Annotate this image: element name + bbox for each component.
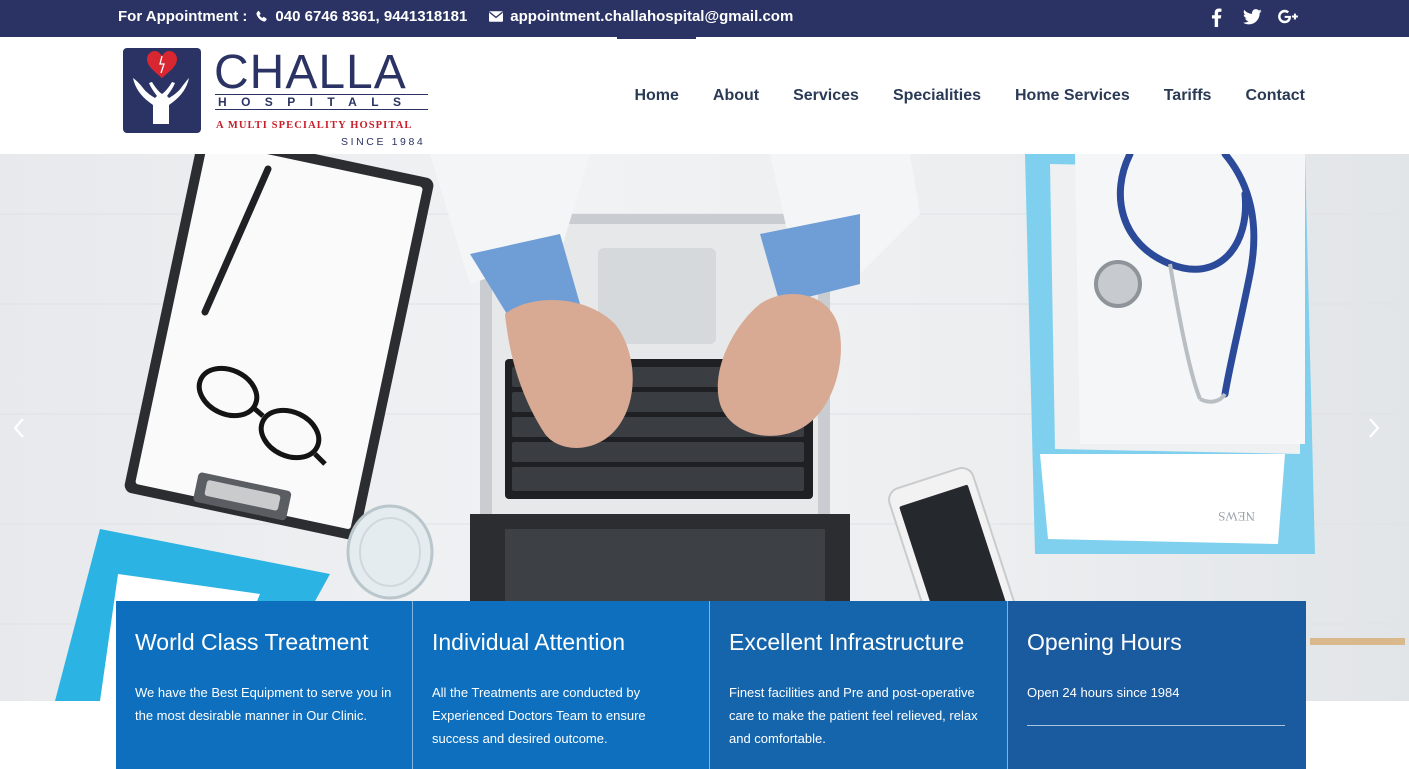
newspaper-text: NEWS (1218, 509, 1255, 524)
feature-title: Individual Attention (432, 629, 626, 655)
feature-text: Open 24 hours since 1984 (1027, 685, 1180, 700)
twitter-icon[interactable] (1234, 6, 1270, 28)
site-header: CHALLA HOSPITALS A MULTI SPECIALITY HOSP… (0, 37, 1409, 154)
appointment-email[interactable]: appointment.challahospital@gmail.com (510, 8, 793, 25)
nav-home[interactable]: Home (617, 37, 697, 154)
slider-next-arrow[interactable] (1361, 416, 1385, 440)
appointment-phones[interactable]: 040 6746 8361, 9441318181 (275, 8, 467, 25)
nav-contact[interactable]: Contact (1228, 37, 1305, 154)
nav-tariffs[interactable]: Tariffs (1147, 37, 1229, 154)
feature-boxes: World Class Treatment We have the Best E… (116, 601, 1306, 769)
feature-individual-attention: Individual Attention All the Treatments … (413, 601, 710, 769)
envelope-icon (489, 10, 504, 22)
top-bar: For Appointment : 040 6746 8361, 9441318… (0, 0, 1409, 37)
feature-infrastructure: Excellent Infrastructure Finest faciliti… (710, 601, 1008, 769)
divider (1027, 725, 1285, 726)
nav-specialities[interactable]: Specialities (876, 37, 998, 154)
nav-about[interactable]: About (696, 37, 776, 154)
logo-name: CHALLA (214, 46, 407, 99)
hospital-logo[interactable]: CHALLA HOSPITALS A MULTI SPECIALITY HOSP… (123, 47, 433, 152)
feature-opening-hours: Opening Hours Open 24 hours since 1984 (1008, 601, 1306, 769)
feature-world-class: World Class Treatment We have the Best E… (116, 601, 413, 769)
logo-tagline: A MULTI SPECIALITY HOSPITAL (216, 120, 413, 131)
nav-services[interactable]: Services (776, 37, 876, 154)
hands-heart-logo-icon (123, 48, 201, 133)
nav-home-services[interactable]: Home Services (998, 37, 1147, 154)
main-nav: Home About Services Specialities Home Se… (617, 37, 1305, 154)
google-plus-icon[interactable] (1270, 6, 1306, 28)
logo-since: SINCE 1984 (341, 136, 426, 148)
feature-text: We have the Best Equipment to serve you … (135, 685, 392, 723)
appointment-info: For Appointment : 040 6746 8361, 9441318… (118, 0, 793, 32)
phone-icon (255, 10, 268, 23)
chevron-left-icon (13, 418, 24, 438)
chevron-right-icon (1369, 418, 1380, 438)
appointment-label: For Appointment : (118, 7, 248, 25)
logo-subtitle: HOSPITALS (215, 94, 428, 110)
feature-title: World Class Treatment (135, 629, 369, 655)
feature-text: Finest facilities and Pre and post-opera… (729, 685, 978, 746)
feature-title: Excellent Infrastructure (729, 629, 965, 655)
social-links (1198, 6, 1306, 28)
facebook-icon[interactable] (1198, 6, 1234, 28)
slider-prev-arrow[interactable] (8, 416, 32, 440)
feature-text: All the Treatments are conducted by Expe… (432, 685, 646, 746)
feature-title: Opening Hours (1027, 629, 1182, 655)
